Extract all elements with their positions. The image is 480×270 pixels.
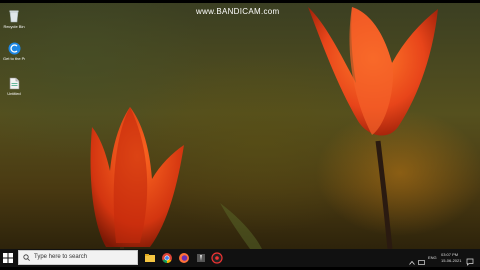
chrome-icon[interactable] [161,252,173,264]
search-placeholder: Type here to search [34,254,88,260]
desktop-icon-untitled[interactable]: Untitled [3,77,25,96]
tray-clock-date[interactable]: 15-06-2021 [441,258,461,263]
desktop-icon-label: Untitled [7,91,21,96]
desktop-icon-ccleaner[interactable]: Get to the Programmes list [3,42,25,61]
tray-clock-time[interactable]: 03:07 PM [441,252,458,257]
bandicam-icon[interactable] [211,252,223,264]
tray-language[interactable]: ENG [428,255,437,260]
bandicam-watermark: www.BANDICAM.com [196,7,280,16]
taskbar-search-box[interactable]: Type here to search [18,250,138,265]
tulip-wallpaper-image [90,7,438,249]
file-explorer-icon[interactable] [144,252,156,264]
ccleaner-icon [8,42,20,55]
search-icon [23,254,30,261]
recycle-bin-icon [9,10,19,23]
app-icon[interactable] [195,252,207,264]
desktop-icon-label: Recycle Bin [3,24,25,29]
desktop-icon-label: Get to the Programmes list [3,56,25,61]
document-icon [9,77,19,90]
desktop-screen: www.BANDICAM.com Recycle Bin Get to the … [0,0,480,270]
firefox-icon[interactable] [178,252,190,264]
desktop-icon-recycle-bin[interactable]: Recycle Bin [3,9,25,29]
windows-start-icon[interactable] [3,253,13,263]
